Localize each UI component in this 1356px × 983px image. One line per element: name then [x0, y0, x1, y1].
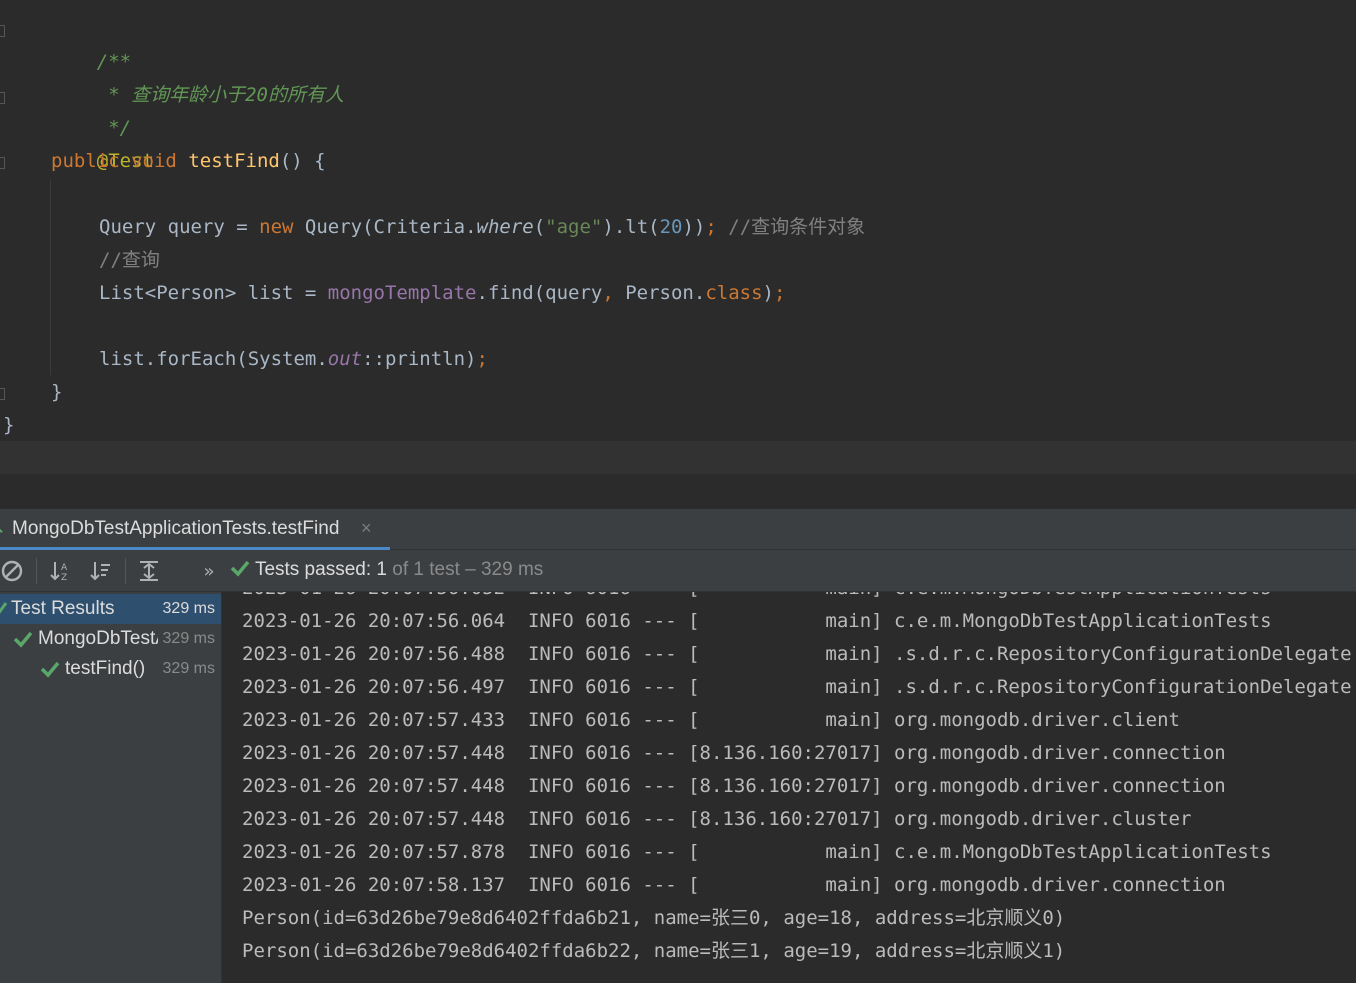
check-icon: [230, 560, 250, 577]
code-text: () {: [279, 150, 326, 172]
console-line: 2023-01-26 20:07:58.137 INFO 6016 --- [ …: [242, 874, 1226, 896]
code-text: ).lt(: [602, 216, 660, 238]
console-line: 2023-01-26 20:07:57.433 INFO 6016 --- [ …: [242, 709, 1180, 731]
fold-marker-icon[interactable]: [0, 157, 5, 169]
close-icon[interactable]: ×: [361, 518, 372, 539]
code-line: */: [51, 79, 131, 139]
code-text: list.forEach(System.: [99, 348, 328, 370]
string-literal: "age": [545, 216, 603, 238]
check-icon: [0, 600, 10, 618]
tree-item-label: MongoDbTestApplicationTests: [38, 628, 158, 649]
console-line: 2023-01-26 20:07:56.488 INFO 6016 --- [ …: [242, 643, 1352, 665]
tree-item-label: Test Results: [11, 598, 115, 619]
keyword: public: [51, 150, 120, 172]
console-output[interactable]: 2023-01-26 20:07:56.052 INFO 6016 --- [ …: [222, 592, 1356, 983]
code-editor[interactable]: /** * 查询年龄小于20的所有人 */ @Test public void …: [0, 0, 1356, 475]
code-line: /**: [51, 13, 131, 73]
toolbar-separator: [36, 558, 37, 584]
closing-brace: }: [3, 414, 15, 436]
comma: ,: [602, 282, 614, 304]
svg-text:Z: Z: [61, 573, 67, 583]
test-runner-toolbar: AZ » Tests passed: 1 of 1 test – 329 ms: [0, 550, 1356, 592]
tree-item-time: 329 ms: [162, 600, 215, 617]
code-line: Query query = new Query(Criteria.where("…: [99, 211, 865, 244]
line-comment: //查询条件对象: [716, 216, 866, 238]
sort-alpha-icon[interactable]: AZ: [48, 558, 74, 584]
editor-bottom-space: [0, 475, 1356, 509]
sort-duration-icon[interactable]: [88, 558, 114, 584]
code-line: List<Person> list = mongoTemplate.find(q…: [99, 277, 785, 310]
code-text: )): [682, 216, 706, 238]
code-line: @Test: [51, 112, 154, 172]
code-text: Person.: [613, 282, 706, 304]
tree-item-test-results[interactable]: Test Results 329 ms: [0, 594, 221, 624]
tree-item-label: testFind(): [65, 658, 146, 679]
fold-marker-icon[interactable]: [0, 25, 5, 37]
run-tool-window-tabs: MongoDbTestApplicationTests.testFind ×: [0, 509, 1356, 550]
test-status: Tests passed: 1 of 1 test – 329 ms: [230, 559, 543, 581]
semicolon: ;: [476, 348, 488, 370]
code-text: .find(query: [476, 282, 603, 304]
code-text: List<Person> list =: [99, 282, 328, 304]
semicolon: ;: [705, 216, 717, 238]
code-line: }: [51, 376, 62, 409]
tree-item-time: 329 ms: [162, 660, 215, 677]
console-line: 2023-01-26 20:07:56.064 INFO 6016 --- [ …: [242, 610, 1272, 632]
static-field: out: [327, 348, 363, 370]
toolbar-separator: [125, 558, 126, 584]
closing-brace: }: [51, 381, 63, 403]
svg-text:A: A: [61, 563, 68, 573]
stop-icon[interactable]: [0, 558, 25, 584]
more-icon[interactable]: »: [196, 558, 222, 584]
fold-marker-icon[interactable]: [0, 92, 5, 104]
code-line: }: [3, 409, 14, 442]
line-comment: //查询: [99, 249, 160, 271]
tree-item-time: 329 ms: [162, 630, 215, 647]
check-icon: [13, 630, 33, 648]
tab-arrow-icon: [0, 523, 7, 533]
keyword: void: [131, 150, 177, 172]
status-detail: of 1 test – 329 ms: [392, 559, 544, 580]
test-results-tree: Test Results 329 ms MongoDbTestApplicati…: [0, 592, 222, 983]
current-line-highlight: [0, 441, 1356, 474]
code-line: public void testFind() {: [51, 145, 326, 178]
tree-item-test-method[interactable]: testFind() 329 ms: [0, 654, 221, 684]
run-tab[interactable]: MongoDbTestApplicationTests.testFind ×: [0, 509, 390, 550]
console-line: Person(id=63d26be79e8d6402ffda6b22, name…: [242, 940, 1066, 962]
status-count: 1: [376, 559, 387, 580]
semicolon: ;: [773, 282, 786, 304]
expand-all-icon[interactable]: [136, 558, 162, 584]
code-text: Query query =: [99, 216, 260, 238]
number-literal: 20: [659, 216, 683, 238]
check-icon: [40, 660, 60, 678]
fold-marker-icon[interactable]: [0, 388, 5, 400]
keyword: class: [705, 282, 763, 304]
method-name: testFind: [188, 150, 280, 172]
console-line: 2023-01-26 20:07:57.448 INFO 6016 --- [8…: [242, 808, 1192, 830]
status-passed-label: Tests passed:: [254, 559, 372, 580]
static-method: where: [476, 216, 534, 238]
console-line: 2023-01-26 20:07:57.448 INFO 6016 --- [8…: [242, 775, 1226, 797]
console-line: Person(id=63d26be79e8d6402ffda6b21, name…: [242, 907, 1066, 929]
code-text: ): [762, 282, 774, 304]
keyword: new: [259, 216, 294, 238]
field-reference: mongoTemplate: [327, 282, 477, 304]
code-text: (: [533, 216, 546, 238]
run-tab-label: MongoDbTestApplicationTests.testFind: [12, 518, 340, 539]
code-text: ::println): [362, 348, 477, 370]
console-line: 2023-01-26 20:07:56.497 INFO 6016 --- [ …: [242, 676, 1352, 698]
doc-comment: * 查询年龄小于20的所有人: [96, 84, 344, 106]
code-line: * 查询年龄小于20的所有人: [51, 46, 344, 106]
code-line: list.forEach(System.out::println);: [99, 343, 488, 376]
tree-item-test-class[interactable]: MongoDbTestApplicationTests 329 ms: [0, 624, 221, 654]
console-line: 2023-01-26 20:07:56.052 INFO 6016 --- [ …: [242, 592, 1272, 605]
console-line: 2023-01-26 20:07:57.878 INFO 6016 --- [ …: [242, 841, 1272, 863]
code-text: Query(Criteria.: [293, 216, 477, 238]
console-line: 2023-01-26 20:07:57.448 INFO 6016 --- [8…: [242, 742, 1226, 764]
code-line: //查询: [99, 244, 160, 277]
